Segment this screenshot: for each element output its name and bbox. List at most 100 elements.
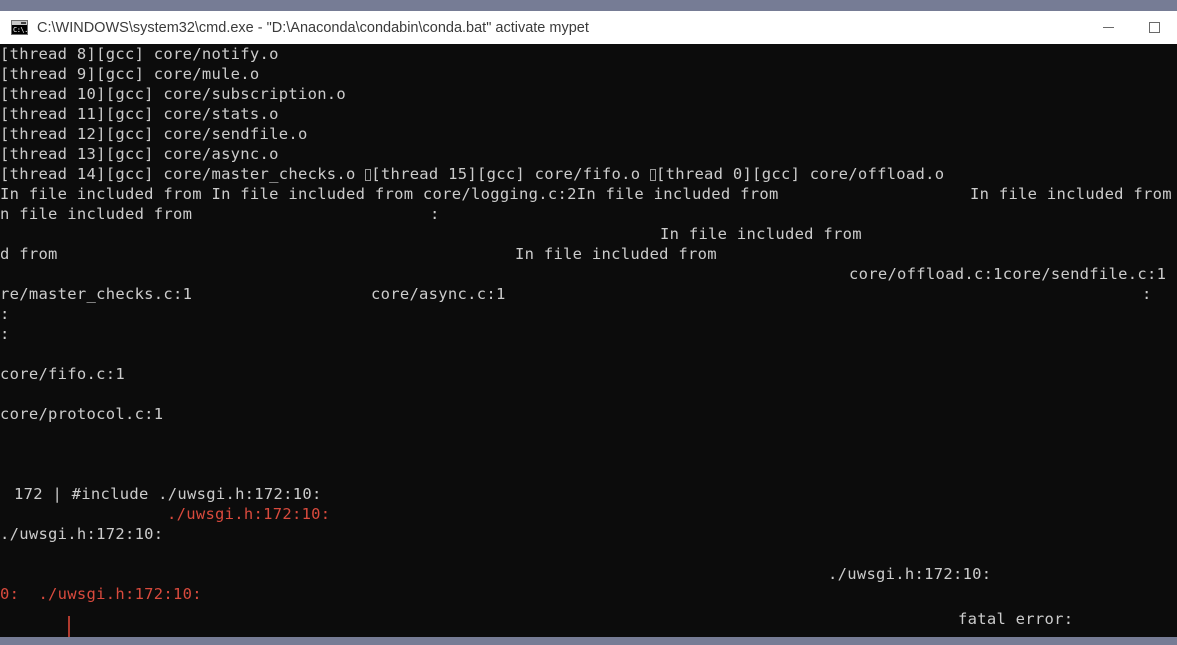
console-line: ./uwsgi.h:172:10: xyxy=(0,564,1177,584)
console-line: : xyxy=(0,304,1177,324)
console-line: ./uwsgi.h:172:10: xyxy=(0,504,1177,524)
console-text: core/async.c:1 xyxy=(371,285,506,303)
console-text-run: core/async.c:1 xyxy=(371,284,506,304)
console-text: [thread 0][gcc] core/offload.o xyxy=(656,165,945,183)
cmd-exe-icon: C:\. xyxy=(11,20,28,35)
console-text: ./uwsgi.h:172:10: xyxy=(167,505,331,523)
console-line: core/fifo.c:1 xyxy=(0,364,1177,384)
console-text: [thread 10][gcc] core/subscription.o xyxy=(0,85,347,103)
console-text-run: core/fifo.c:1 xyxy=(0,364,125,384)
console-line: [thread 14][gcc] core/master_checks.o [t… xyxy=(0,164,1177,184)
console-text: In file included from In file included f… xyxy=(0,185,779,203)
console-line: [thread 11][gcc] core/stats.o xyxy=(0,104,1177,124)
console-text-run: core/protocol.c:1 xyxy=(0,404,163,424)
cmd-icon-titlebar xyxy=(12,21,27,25)
console-line: [thread 9][gcc] core/mule.o xyxy=(0,64,1177,84)
window-title: C:\WINDOWS\system32\cmd.exe - "D:\Anacon… xyxy=(37,19,589,36)
console-text-run: ./uwsgi.h:172:10: xyxy=(828,564,991,584)
console-text: ./uwsgi.h:172:10: xyxy=(0,525,164,543)
window-top-strip xyxy=(0,0,1177,11)
console-line: : xyxy=(0,324,1177,344)
minimize-button[interactable] xyxy=(1085,11,1131,44)
console-text-run: fatal error: xyxy=(958,609,1073,629)
console-text-run: : xyxy=(1142,284,1152,304)
console-text: ./uwsgi.h:172:10: xyxy=(828,565,992,583)
console-text: core/offload.c:1core/sendfile.c:1 xyxy=(849,265,1167,283)
console-line: [thread 8][gcc] core/notify.o xyxy=(0,44,1177,64)
console-line: fatal error: xyxy=(0,609,1177,629)
console-line: n file included from: xyxy=(0,204,1177,224)
console-text: In file included from xyxy=(515,245,717,263)
console-text-run: core/offload.c:1core/sendfile.c:1 xyxy=(849,264,1166,284)
console-text: : xyxy=(1142,285,1152,303)
console-text: d from xyxy=(0,245,58,263)
console-text-run: : xyxy=(0,304,10,324)
console-text-run: ./uwsgi.h:172:10: xyxy=(0,524,163,544)
console-line: 0: ./uwsgi.h:172:10: xyxy=(0,584,1177,604)
console-text: [thread 11][gcc] core/stats.o xyxy=(0,105,279,123)
console-text-run: [thread 11][gcc] core/stats.o xyxy=(0,104,279,124)
console-text-run: [thread 10][gcc] core/subscription.o xyxy=(0,84,346,104)
window-bottom-strip xyxy=(0,637,1177,645)
console-line: In file included from In file included f… xyxy=(0,184,1177,204)
console-text-run: 172 | #include ./uwsgi.h:172:10: xyxy=(14,484,322,504)
title-bar-left: C:\. C:\WINDOWS\system32\cmd.exe - "D:\A… xyxy=(0,20,1085,36)
console-text-run: [thread 12][gcc] core/sendfile.o xyxy=(0,124,308,144)
console-text-run: d from xyxy=(0,244,58,264)
console-text-run: [thread 14][gcc] core/master_checks.o [t… xyxy=(0,164,944,184)
console-text-run: ./uwsgi.h:172:10: xyxy=(167,504,330,524)
console-line: [thread 13][gcc] core/async.o xyxy=(0,144,1177,164)
console-text: fatal error: xyxy=(958,610,1074,628)
console-text-run: In file included from xyxy=(660,224,862,244)
console-text-run: : xyxy=(0,324,10,344)
cmd-window: C:\. C:\WINDOWS\system32\cmd.exe - "D:\A… xyxy=(0,0,1177,645)
console-text-run: re/master_checks.c:1 xyxy=(0,284,192,304)
console-line: core/protocol.c:1 xyxy=(0,404,1177,424)
console-line: [thread 10][gcc] core/subscription.o xyxy=(0,84,1177,104)
console-text-run: n file included from xyxy=(0,204,192,224)
console-text-run: [thread 9][gcc] core/mule.o xyxy=(0,64,260,84)
maximize-button[interactable] xyxy=(1131,11,1177,44)
cmd-icon-prompt-glyph: C:\. xyxy=(13,26,28,34)
title-bar[interactable]: C:\. C:\WINDOWS\system32\cmd.exe - "D:\A… xyxy=(0,11,1177,44)
console-text: [thread 9][gcc] core/mule.o xyxy=(0,65,260,83)
console-text: In file included from xyxy=(660,225,862,243)
console-text: [thread 12][gcc] core/sendfile.o xyxy=(0,125,308,143)
console-text-run: [thread 13][gcc] core/async.o xyxy=(0,144,279,164)
console-text: [thread 15][gcc] core/fifo.o xyxy=(371,165,650,183)
window-controls xyxy=(1085,11,1177,44)
maximize-icon xyxy=(1148,22,1160,33)
console-text: [thread 13][gcc] core/async.o xyxy=(0,145,279,163)
console-text-run: In file included from In file included f… xyxy=(0,184,779,204)
console-text: 0: ./uwsgi.h:172:10: xyxy=(0,585,202,603)
console-text-run: In file included from xyxy=(970,184,1172,204)
console-line: core/offload.c:1core/sendfile.c:1 xyxy=(0,264,1177,284)
console-text: re/master_checks.c:1 xyxy=(0,285,193,303)
console-text: 172 | #include ./uwsgi.h:172:10: xyxy=(14,485,322,503)
console-line: d from In file included from xyxy=(0,244,1177,264)
console-text: : xyxy=(430,205,440,223)
console-text: [thread 8][gcc] core/notify.o xyxy=(0,45,279,63)
text-cursor xyxy=(68,616,70,637)
console-output-area[interactable]: [thread 8][gcc] core/notify.o [thread 9][… xyxy=(0,44,1177,637)
console-text-run: : xyxy=(430,204,440,224)
minimize-icon xyxy=(1102,27,1114,28)
console-text: core/protocol.c:1 xyxy=(0,405,164,423)
console-line: In file included from xyxy=(0,224,1177,244)
console-text: In file included from xyxy=(970,185,1172,203)
console-line: 172 | #include ./uwsgi.h:172:10: xyxy=(0,484,1177,504)
console-text: n file included from xyxy=(0,205,193,223)
console-text-run: 0: ./uwsgi.h:172:10: xyxy=(0,584,202,604)
console-text-run: In file included from xyxy=(515,244,717,264)
console-text: : xyxy=(0,325,10,343)
console-line: re/master_checks.c:1 core/async.c:1: xyxy=(0,284,1177,304)
console-text: [thread 14][gcc] core/master_checks.o xyxy=(0,165,366,183)
console-line: ./uwsgi.h:172:10: xyxy=(0,524,1177,544)
console-text: core/fifo.c:1 xyxy=(0,365,125,383)
